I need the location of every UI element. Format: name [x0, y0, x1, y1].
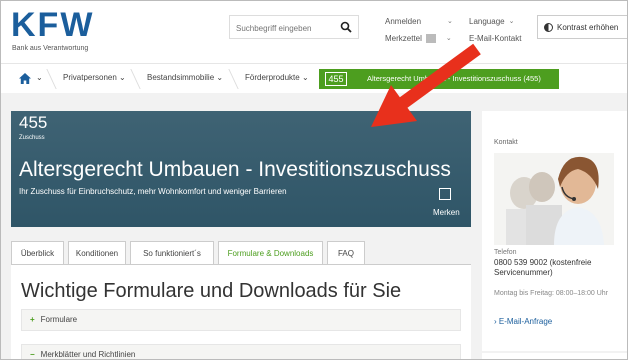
search-input[interactable] — [236, 21, 336, 35]
logo-tagline: Bank aus Verantwortung — [12, 45, 89, 52]
opening-hours: Montag bis Freitag: 08:00–18:00 Uhr — [494, 290, 609, 297]
kfw-logo[interactable]: KFW — [11, 8, 94, 42]
breadcrumb: ⌄ Privatpersonen ⌄ Bestandsimmobilie ⌄ F… — [1, 63, 627, 93]
contrast-label: Kontrast erhöhen — [557, 22, 619, 32]
call-center-photo — [494, 153, 614, 245]
accordion-merkblaetter[interactable]: − Merkblätter und Richtlinien — [21, 344, 461, 359]
tab-faq[interactable]: FAQ — [327, 241, 365, 265]
bookmark-checkbox[interactable] — [439, 188, 451, 200]
tab-ueberblick[interactable]: Überblick — [11, 241, 64, 265]
contrast-button[interactable]: Kontrast erhöhen — [537, 15, 627, 39]
product-type: Zuschuss — [19, 135, 45, 141]
contact-sidebar: Kontakt Telefon 0800 539 9002 (kostenfre… — [482, 111, 627, 351]
chevron-down-icon: ⌄ — [301, 73, 309, 82]
breadcrumb-item-bestandsimmobilie[interactable]: Bestandsimmobilie ⌄ — [147, 73, 223, 82]
chevron-down-icon: ⌄ — [508, 18, 515, 25]
tab-so-funktionierts[interactable]: So funktioniert´s — [130, 241, 214, 265]
breadcrumb-label: Bestandsimmobilie — [147, 73, 215, 82]
page-subtitle: Ihr Zuschuss für Einbruchschutz, mehr Wo… — [19, 187, 287, 196]
email-request-link[interactable]: › E-Mail-Anfrage — [494, 317, 552, 326]
accordion-label: Formulare — [40, 315, 78, 324]
breadcrumb-separator — [46, 69, 57, 89]
accordion-label: Merkblätter und Richtlinien — [40, 350, 136, 359]
collapse-icon: − — [30, 350, 35, 359]
page-title: Altersgerecht Umbauen - Investitionszusc… — [19, 158, 451, 181]
phone-label: Telefon — [494, 249, 517, 256]
tab-konditionen[interactable]: Konditionen — [68, 241, 126, 265]
breadcrumb-label: Privatpersonen — [63, 73, 117, 82]
product-number-badge: 455 — [325, 72, 347, 86]
expand-icon: + — [30, 315, 35, 324]
chevron-down-icon: ⌄ — [119, 73, 126, 82]
search-icon[interactable] — [340, 21, 352, 33]
breadcrumb-separator — [228, 69, 239, 89]
chevron-down-icon[interactable]: ⌄ — [36, 73, 43, 82]
search-box[interactable] — [229, 15, 359, 39]
breadcrumb-item-foerderprodukte[interactable]: Förderprodukte ⌄ — [245, 73, 309, 82]
bookmark-label[interactable]: Merken — [433, 208, 460, 217]
site-header: KFW Bank aus Verantwortung Anmelden⌄ Mer… — [1, 1, 627, 63]
breadcrumb-label: Förderprodukte — [245, 73, 300, 82]
section-title: Wichtige Formulare und Downloads für Sie — [21, 280, 402, 302]
browser-page: KFW Bank aus Verantwortung Anmelden ⌄ Mer… — [0, 0, 628, 360]
chevron-down-icon: ⌄ — [216, 73, 224, 82]
content-tabs: Überblick Konditionen So funktioniert´s … — [11, 241, 471, 266]
language-selector[interactable]: Language — [469, 13, 505, 30]
product-number: 455 — [19, 113, 48, 132]
chevron-down-icon: ⌄ — [447, 18, 453, 25]
breadcrumb-item-privatpersonen[interactable]: Privatpersonen ⌄ — [63, 73, 126, 82]
phone-number[interactable]: 0800 539 9002 (kostenfreie Servicenummer… — [494, 258, 624, 278]
contrast-icon — [544, 22, 553, 32]
login-link[interactable]: Anmelden — [385, 13, 421, 30]
accordion-formulare[interactable]: + Formulare — [21, 309, 461, 331]
sidebar-box — [482, 353, 627, 359]
breadcrumb-separator — [130, 69, 141, 89]
main-content: Wichtige Formulare und Downloads für Sie… — [11, 265, 471, 359]
home-icon[interactable] — [19, 73, 31, 84]
contact-heading: Kontakt — [494, 139, 518, 146]
tab-formulare-downloads[interactable]: Formulare & Downloads — [218, 241, 323, 266]
